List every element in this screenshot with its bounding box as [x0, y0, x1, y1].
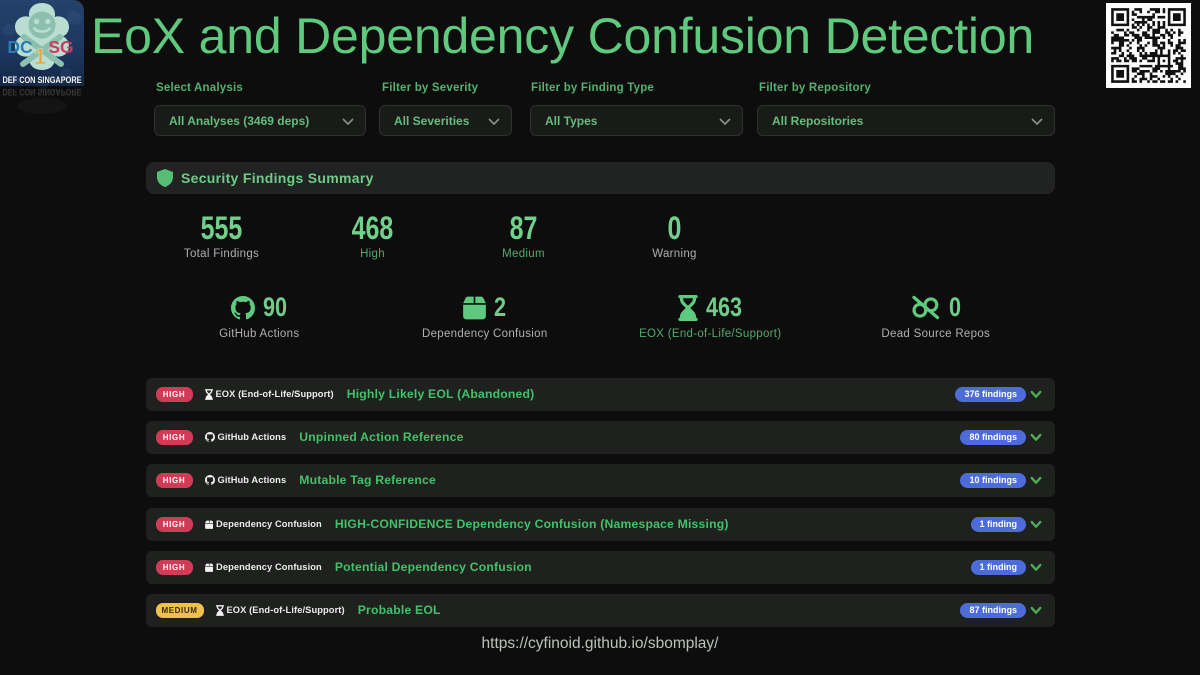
svg-text:1: 1 [34, 44, 46, 69]
svg-text:DC: DC [7, 37, 33, 57]
svg-text:DEF CON SINGAPORE: DEF CON SINGAPORE [3, 87, 82, 97]
svg-text:SG: SG [48, 37, 73, 57]
svg-text:DEF CON SINGAPORE: DEF CON SINGAPORE [3, 75, 82, 85]
